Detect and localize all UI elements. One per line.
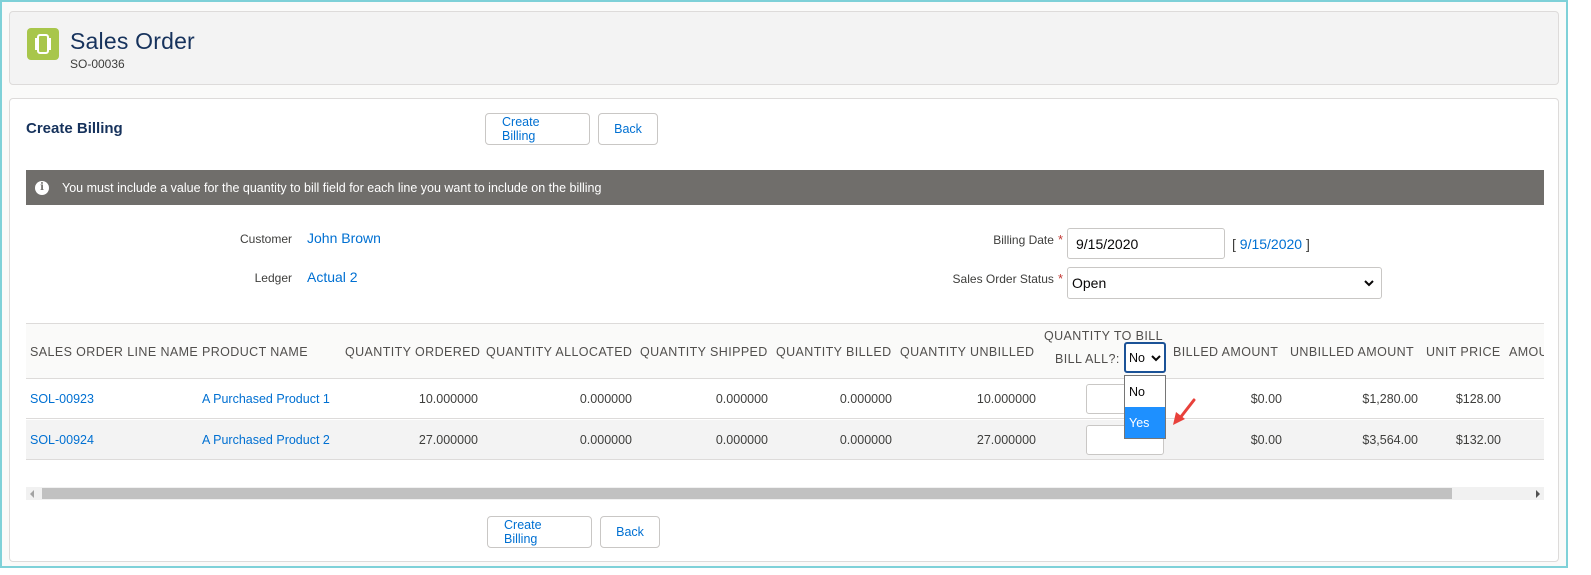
col-billed-amount: BILLED AMOUNT bbox=[1173, 345, 1279, 359]
qty-allocated-cell: 0.000000 bbox=[579, 433, 632, 447]
back-button-bottom[interactable]: Back bbox=[600, 516, 660, 548]
ledger-label: Ledger bbox=[254, 271, 292, 285]
section-title: Create Billing bbox=[26, 120, 123, 137]
scroll-right-icon[interactable] bbox=[1536, 490, 1540, 498]
qty-unbilled-cell: 10.000000 bbox=[976, 392, 1036, 406]
unbilled-amount-cell: $3,564.00 bbox=[1362, 433, 1418, 447]
customer-link[interactable]: John Brown bbox=[307, 230, 381, 246]
info-banner: i You must include a value for the quant… bbox=[26, 170, 1544, 205]
qty-ordered-cell: 27.000000 bbox=[418, 433, 478, 447]
qty-unbilled-cell: 27.000000 bbox=[976, 433, 1036, 447]
unit-price-cell: $132.00 bbox=[1455, 433, 1501, 447]
col-unit-price: UNIT PRICE bbox=[1426, 345, 1501, 359]
customer-label: Customer bbox=[239, 232, 292, 246]
required-marker: * bbox=[1057, 232, 1063, 247]
table-header: SALES ORDER LINE NAME PRODUCT NAME QUANT… bbox=[26, 324, 1544, 379]
today-date-link[interactable]: 9/15/2020 bbox=[1240, 236, 1302, 252]
qty-ordered-cell: 10.000000 bbox=[418, 392, 478, 406]
status-label: Sales Order Status * bbox=[952, 271, 1063, 286]
bill-all-option-no[interactable]: No bbox=[1125, 376, 1165, 407]
back-button[interactable]: Back bbox=[598, 113, 658, 145]
record-number: SO-00036 bbox=[70, 57, 125, 71]
billing-date-label: Billing Date * bbox=[993, 232, 1063, 247]
qty-shipped-cell: 0.000000 bbox=[715, 392, 768, 406]
chevron-down-icon bbox=[1151, 355, 1161, 362]
today-date-link-wrapper: [ 9/15/2020 ] bbox=[1232, 236, 1310, 252]
col-unbilled-amount: UNBILLED AMOUNT bbox=[1290, 345, 1415, 359]
line-name-link[interactable]: SOL-00923 bbox=[30, 392, 94, 406]
page-title: Sales Order bbox=[70, 28, 195, 54]
table-row: SOL-00923 A Purchased Product 1 10.00000… bbox=[26, 379, 1544, 419]
page-header: Sales Order SO-00036 bbox=[9, 11, 1559, 85]
col-qty-shipped: QUANTITY SHIPPED bbox=[640, 345, 768, 359]
order-icon bbox=[27, 28, 59, 60]
qty-billed-cell: 0.000000 bbox=[839, 392, 892, 406]
billing-lines-table: SALES ORDER LINE NAME PRODUCT NAME QUANT… bbox=[26, 323, 1544, 460]
product-link[interactable]: A Purchased Product 2 bbox=[202, 433, 330, 447]
bill-all-option-yes[interactable]: Yes bbox=[1125, 407, 1165, 438]
billed-amount-cell: $0.00 bbox=[1250, 433, 1282, 447]
scroll-left-icon[interactable] bbox=[30, 490, 34, 498]
bill-all-label: BILL ALL?: bbox=[1055, 352, 1120, 366]
horizontal-scrollbar[interactable] bbox=[26, 487, 1544, 500]
col-line-name: SALES ORDER LINE NAME bbox=[30, 345, 199, 359]
bill-all-select[interactable]: No bbox=[1124, 342, 1166, 373]
status-select[interactable]: Open bbox=[1067, 267, 1382, 299]
col-qty-billed: QUANTITY BILLED bbox=[776, 345, 892, 359]
banner-text: You must include a value for the quantit… bbox=[62, 180, 602, 195]
ledger-link[interactable]: Actual 2 bbox=[307, 269, 358, 285]
annotation-arrow-icon bbox=[1173, 398, 1196, 425]
app-frame: Sales Order SO-00036 Create Billing Crea… bbox=[0, 0, 1568, 568]
col-product-name: PRODUCT NAME bbox=[202, 345, 308, 359]
unbilled-amount-cell: $1,280.00 bbox=[1362, 392, 1418, 406]
unit-price-cell: $128.00 bbox=[1455, 392, 1501, 406]
scroll-thumb[interactable] bbox=[42, 488, 1452, 499]
qty-billed-cell: 0.000000 bbox=[839, 433, 892, 447]
line-name-link[interactable]: SOL-00924 bbox=[30, 433, 94, 447]
bill-all-dropdown: No Yes bbox=[1124, 375, 1166, 439]
billed-amount-cell: $0.00 bbox=[1250, 392, 1282, 406]
create-billing-card: Create Billing Create Billing Back i You… bbox=[9, 98, 1559, 562]
col-qty-ordered: QUANTITY ORDERED bbox=[345, 345, 481, 359]
create-billing-button[interactable]: Create Billing bbox=[485, 113, 590, 145]
col-qty-to-bill: QUANTITY TO BILL bbox=[1044, 329, 1163, 343]
qty-allocated-cell: 0.000000 bbox=[579, 392, 632, 406]
billing-date-input[interactable]: 9/15/2020 bbox=[1067, 228, 1225, 259]
table-row: SOL-00924 A Purchased Product 2 27.00000… bbox=[26, 420, 1544, 460]
product-link[interactable]: A Purchased Product 1 bbox=[202, 392, 330, 406]
col-qty-unbilled: QUANTITY UNBILLED bbox=[900, 345, 1035, 359]
qty-shipped-cell: 0.000000 bbox=[715, 433, 768, 447]
create-billing-button-bottom[interactable]: Create Billing bbox=[487, 516, 592, 548]
col-amount: AMOU bbox=[1509, 345, 1544, 359]
required-marker: * bbox=[1057, 271, 1063, 286]
info-icon: i bbox=[35, 180, 49, 195]
col-qty-allocated: QUANTITY ALLOCATED bbox=[486, 345, 633, 359]
chevron-down-icon bbox=[1364, 280, 1374, 287]
